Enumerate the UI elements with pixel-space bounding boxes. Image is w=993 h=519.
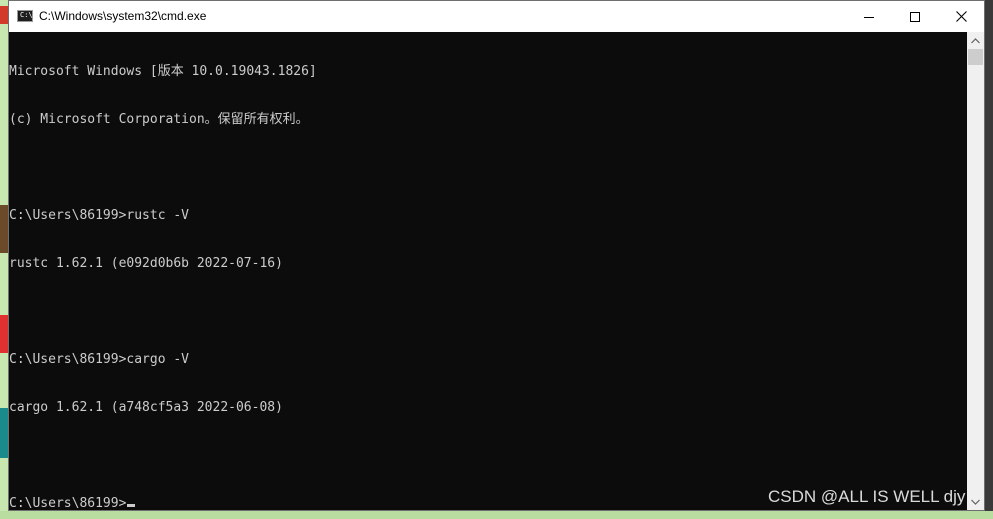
desktop-background-right xyxy=(985,0,993,519)
console-text: Microsoft Windows [版本 10.0.19043.1826] (… xyxy=(9,32,317,510)
console-prompt-line[interactable]: C:\Users\86199> xyxy=(9,496,317,510)
cmd-window[interactable]: C:\ C:\Windows\system32\cmd.exe Microsof… xyxy=(8,0,985,511)
minimize-icon xyxy=(864,16,874,18)
window-title: C:\Windows\system32\cmd.exe xyxy=(39,9,207,23)
desktop-icon-fragment xyxy=(0,408,8,458)
desktop-icon-fragment xyxy=(0,6,8,24)
desktop-background-bottom xyxy=(0,511,993,519)
close-icon xyxy=(955,11,967,22)
console-output-area[interactable]: Microsoft Windows [版本 10.0.19043.1826] (… xyxy=(9,32,967,510)
console-line: rustc 1.62.1 (e092d0b6b 2022-07-16) xyxy=(9,256,283,271)
current-prompt: C:\Users\86199> xyxy=(9,496,127,510)
scroll-up-button[interactable] xyxy=(967,32,984,49)
title-bar[interactable]: C:\ C:\Windows\system32\cmd.exe xyxy=(9,1,984,32)
scroll-down-arrow-icon xyxy=(971,499,980,505)
desktop-background-left xyxy=(0,0,8,519)
close-button[interactable] xyxy=(938,1,984,32)
desktop-icon-fragment xyxy=(0,205,8,253)
desktop-icon-fragment xyxy=(0,315,8,353)
maximize-button[interactable] xyxy=(892,1,938,32)
scrollbar-thumb[interactable] xyxy=(968,49,983,65)
console-line: C:\Users\86199>cargo -V xyxy=(9,352,190,367)
cmd-icon[interactable]: C:\ xyxy=(17,10,33,22)
maximize-icon xyxy=(910,11,920,22)
console-line: C:\Users\86199>rustc -V xyxy=(9,208,190,223)
vertical-scrollbar[interactable] xyxy=(967,32,984,510)
console-line: cargo 1.62.1 (a748cf5a3 2022-06-08) xyxy=(9,400,283,415)
console-line: Microsoft Windows [版本 10.0.19043.1826] xyxy=(9,64,317,79)
cmd-icon-glyph: C:\ xyxy=(20,11,33,19)
minimize-button[interactable] xyxy=(846,1,892,32)
scroll-down-button[interactable] xyxy=(967,493,984,510)
watermark: CSDN @ALL IS WELL djy xyxy=(768,487,966,506)
console-line: (c) Microsoft Corporation。保留所有权利。 xyxy=(9,112,309,127)
scroll-up-arrow-icon xyxy=(971,37,980,43)
text-cursor xyxy=(127,504,136,507)
